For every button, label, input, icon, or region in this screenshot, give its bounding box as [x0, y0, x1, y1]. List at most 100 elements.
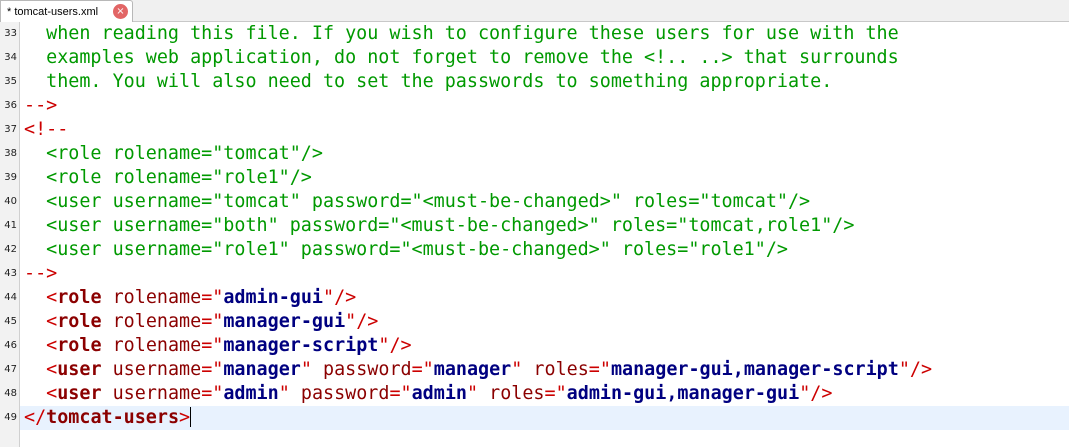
attribute-quote: "	[511, 359, 523, 380]
line-text: <role rolename="role1"/>	[24, 166, 312, 190]
code-line[interactable]: 49 </tomcat-users>	[4, 406, 1069, 430]
attribute-equals: =	[411, 359, 423, 380]
attribute-quote: "	[278, 383, 290, 404]
attribute-value: admin-gui	[223, 287, 323, 308]
tag-bracket: />	[334, 287, 357, 308]
code-line[interactable]: 48 <user username="admin" password="admi…	[4, 382, 1069, 406]
code-line[interactable]: 40 <user username="tomcat" password="<mu…	[4, 190, 1069, 214]
line-number: 42	[4, 244, 17, 255]
code-line[interactable]: 42 <user username="role1" password="<mus…	[4, 238, 1069, 262]
line-text: <role rolename="manager-gui"/>	[24, 310, 378, 334]
code-line[interactable]: 33 when reading this file. If you wish t…	[4, 22, 1069, 46]
attribute-equals: =	[544, 383, 556, 404]
line-number: 34	[4, 52, 17, 63]
tab-tomcat-users-xml[interactable]: * tomcat-users.xml ×	[0, 0, 133, 22]
attribute-value: manager	[433, 359, 512, 380]
comment-text: when reading this file. If you wish to c…	[24, 23, 899, 44]
attribute-quote: "	[555, 383, 567, 404]
tag-name: role	[57, 287, 102, 308]
attribute-equals: =	[201, 383, 213, 404]
tag-bracket: <	[46, 311, 58, 332]
attribute-name: username	[112, 383, 202, 404]
tag-name: role	[57, 335, 102, 356]
comment-delimiter: -->	[24, 263, 58, 284]
comment-text: <role rolename="role1"/>	[24, 167, 312, 188]
tab-label: * tomcat-users.xml	[7, 5, 99, 18]
code-line[interactable]: 41 <user username="both" password="<must…	[4, 214, 1069, 238]
attribute-value: admin-gui,manager-gui	[566, 383, 800, 404]
code-line[interactable]: 36 -->	[4, 94, 1069, 118]
line-text: </tomcat-users>	[24, 406, 192, 430]
attribute-quote: "	[345, 311, 357, 332]
line-number: 33	[4, 28, 17, 39]
code-line[interactable]: 43 -->	[4, 262, 1069, 286]
attribute-quote: "	[212, 311, 224, 332]
tag-bracket: <	[46, 359, 58, 380]
line-number: 41	[4, 220, 17, 231]
attribute-quote: "	[599, 359, 611, 380]
line-number: 40	[4, 196, 17, 207]
comment-text: examples web application, do not forget …	[24, 47, 899, 68]
attribute-equals: =	[389, 383, 401, 404]
code-line[interactable]: 35 them. You will also need to set the p…	[4, 70, 1069, 94]
code-area[interactable]: 33 when reading this file. If you wish t…	[4, 22, 1069, 430]
code-line[interactable]: 45 <role rolename="manager-gui"/>	[4, 310, 1069, 334]
attribute-value: admin	[223, 383, 279, 404]
line-number: 47	[4, 364, 17, 375]
attribute-quote: "	[799, 383, 811, 404]
close-icon[interactable]: ×	[113, 4, 128, 19]
attribute-equals: =	[588, 359, 600, 380]
attribute-name: rolename	[112, 335, 202, 356]
text-cursor	[190, 407, 192, 427]
line-text: <user username="manager" password="manag…	[24, 358, 932, 382]
line-number: 36	[4, 100, 17, 111]
tag-bracket: <	[46, 287, 58, 308]
tag-bracket: />	[356, 311, 379, 332]
line-number: 38	[4, 148, 17, 159]
comment-text: them. You will also need to set the pass…	[24, 71, 833, 92]
comment-delimiter: -->	[24, 95, 58, 116]
tag-bracket: <	[46, 335, 58, 356]
attribute-name: roles	[533, 359, 589, 380]
attribute-name: username	[112, 359, 202, 380]
attribute-value: manager-gui	[223, 311, 346, 332]
line-number: 49	[4, 412, 17, 423]
attribute-name: password	[300, 383, 390, 404]
line-text: <user username="admin" password="admin" …	[24, 382, 832, 406]
attribute-equals: =	[201, 311, 213, 332]
attribute-equals: =	[201, 287, 213, 308]
attribute-name: password	[323, 359, 412, 380]
code-line[interactable]: 38 <role rolename="tomcat"/>	[4, 142, 1069, 166]
comment-text: <role rolename="tomcat"/>	[24, 143, 323, 164]
attribute-quote: "	[378, 335, 390, 356]
line-text: <!--	[24, 118, 68, 142]
attribute-quote: "	[400, 383, 412, 404]
tag-bracket: >	[179, 407, 191, 428]
code-line[interactable]: 34 examples web application, do not forg…	[4, 46, 1069, 70]
code-line[interactable]: 47 <user username="manager" password="ma…	[4, 358, 1069, 382]
line-text: them. You will also need to set the pass…	[24, 70, 832, 94]
code-line[interactable]: 39 <role rolename="role1"/>	[4, 166, 1069, 190]
tag-name: tomcat-users	[46, 407, 180, 428]
line-number: 45	[4, 316, 17, 327]
line-text: -->	[24, 262, 57, 286]
code-line[interactable]: 46 <role rolename="manager-script"/>	[4, 334, 1069, 358]
code-line[interactable]: 37 <!--	[4, 118, 1069, 142]
attribute-value: manager	[223, 359, 301, 380]
code-line[interactable]: 44 <role rolename="admin-gui"/>	[4, 286, 1069, 310]
tag-name: user	[57, 359, 102, 380]
code-editor[interactable]: 33 when reading this file. If you wish t…	[0, 22, 1069, 447]
attribute-equals: =	[201, 335, 213, 356]
attribute-quote: "	[300, 359, 312, 380]
attribute-quote: "	[212, 359, 224, 380]
line-text: <user username="tomcat" password="<must-…	[24, 190, 810, 214]
tag-bracket: />	[909, 359, 933, 380]
attribute-quote: "	[323, 287, 335, 308]
tag-name: user	[57, 383, 102, 404]
line-text: when reading this file. If you wish to c…	[24, 22, 899, 46]
comment-delimiter: <!--	[24, 119, 69, 140]
attribute-name: rolename	[112, 311, 202, 332]
line-number: 44	[4, 292, 17, 303]
comment-text: <user username="role1" password="<must-b…	[24, 239, 788, 260]
line-number: 35	[4, 76, 17, 87]
